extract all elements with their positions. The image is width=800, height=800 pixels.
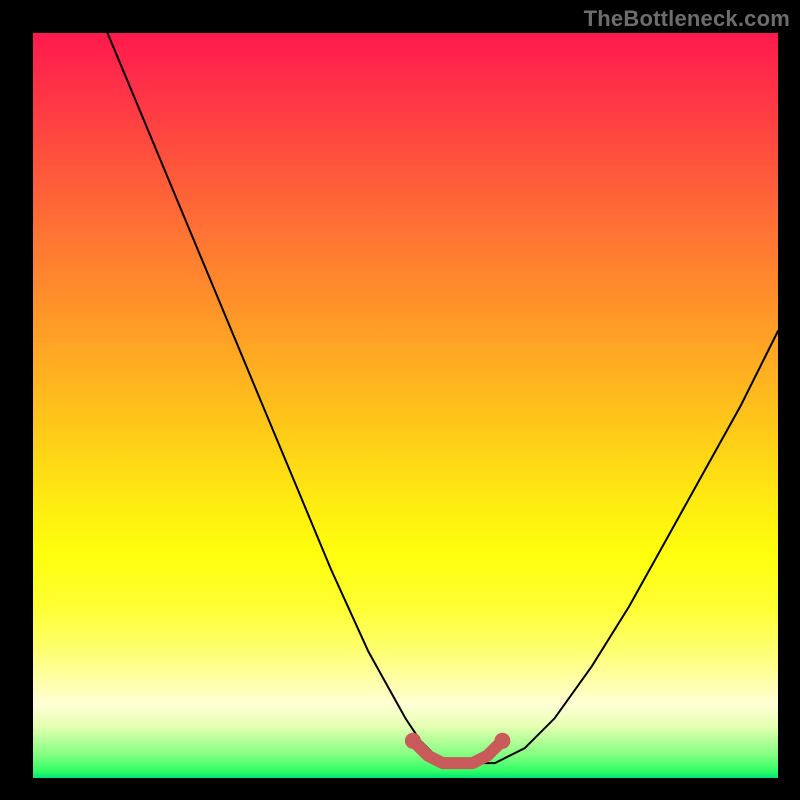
watermark-text: TheBottleneck.com	[584, 6, 790, 32]
chart-svg	[33, 33, 778, 778]
chart-container: TheBottleneck.com	[0, 0, 800, 800]
zero-bottleneck-band	[413, 741, 503, 763]
bottleneck-curve	[108, 33, 779, 763]
highlight-dot	[405, 733, 421, 749]
highlight-dot	[494, 733, 510, 749]
plot-area	[33, 33, 778, 778]
